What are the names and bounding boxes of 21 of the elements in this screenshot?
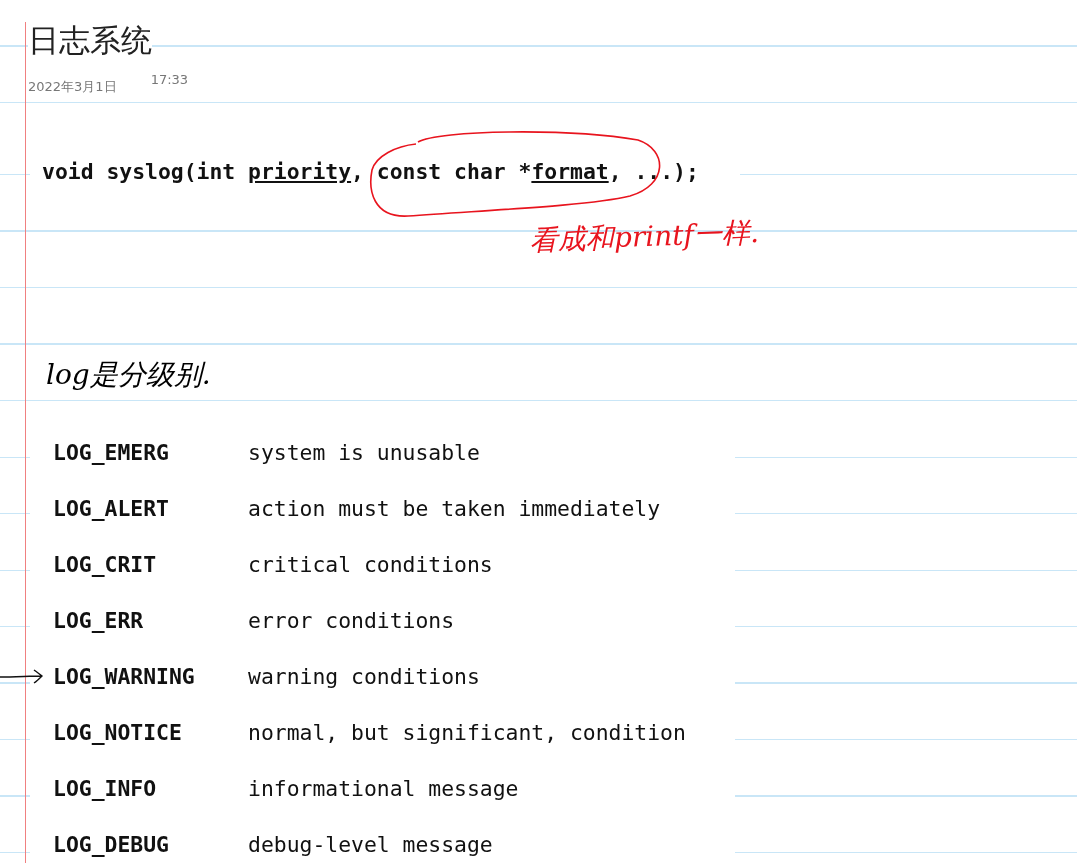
log-level-name: LOG_CRIT [52,551,158,577]
log-level-description: action must be taken immediately [248,495,661,521]
ink-arrow [0,668,44,684]
log-level-name: LOG_EMERG [52,439,170,465]
page-time: 17:33 [150,72,189,89]
log-level-name: LOG_ALERT [52,495,170,521]
log-level-description: critical conditions [248,551,493,577]
log-level-name: LOG_WARNING [52,663,196,689]
log-level-description: informational message [248,775,519,801]
log-level-description: warning conditions [248,663,480,689]
handwritten-note: 看成和printf一样. [529,215,760,259]
log-level-name: LOG_ERR [52,607,145,633]
log-level-name: LOG_DEBUG [52,831,170,857]
page-date: 2022年3月1日 [28,78,117,96]
log-level-name: LOG_INFO [52,775,158,801]
handwritten-note: log是分级别. [46,357,211,393]
log-level-description: system is unusable [248,439,480,465]
log-level-name: LOG_NOTICE [52,719,183,745]
log-level-description: normal, but significant, condition [248,719,686,745]
log-level-description: debug-level message [248,831,493,857]
log-level-description: error conditions [248,607,455,633]
